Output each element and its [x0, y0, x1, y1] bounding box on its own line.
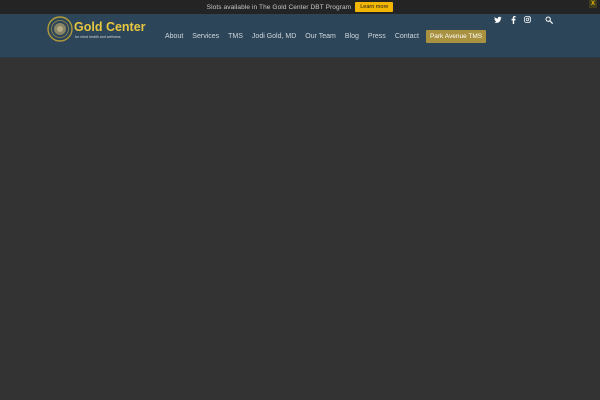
announcement-message: Slots available in The Gold Center DBT P… [206, 3, 352, 11]
main-nav: About Services TMS Jodi Gold, MD Our Tea… [165, 29, 487, 43]
twitter-link[interactable] [494, 16, 502, 26]
nav-item-jodi-gold[interactable]: Jodi Gold, MD [252, 33, 296, 40]
nav-item-blog[interactable]: Blog [345, 33, 359, 40]
search-button[interactable] [545, 16, 553, 26]
park-avenue-tms-button[interactable]: Park Avenue TMS [425, 29, 487, 43]
announcement-bar: Slots available in The Gold Center DBT P… [0, 0, 600, 14]
site-header: Gold Center for mind health and wellness… [0, 14, 600, 58]
facebook-link[interactable] [511, 16, 516, 26]
nav-item-about[interactable]: About [165, 33, 183, 40]
brand-name: Gold Center [74, 20, 146, 34]
brand-tagline: for mind health and wellness [75, 35, 121, 39]
search-icon [545, 16, 553, 24]
page-body [0, 59, 600, 400]
nav-item-contact[interactable]: Contact [395, 33, 419, 40]
site-logo[interactable]: Gold Center for mind health and wellness [47, 16, 157, 42]
close-announcement-button[interactable]: X [589, 0, 597, 8]
nav-item-services[interactable]: Services [192, 33, 219, 40]
nav-item-tms[interactable]: TMS [228, 33, 243, 40]
learn-more-button[interactable]: Learn more [355, 2, 394, 12]
twitter-icon [494, 16, 502, 23]
facebook-icon [511, 16, 516, 24]
logo-circle-icon [47, 16, 73, 42]
nav-item-our-team[interactable]: Our Team [305, 33, 336, 40]
instagram-icon [524, 16, 531, 23]
instagram-link[interactable] [524, 16, 531, 26]
nav-item-press[interactable]: Press [368, 33, 386, 40]
